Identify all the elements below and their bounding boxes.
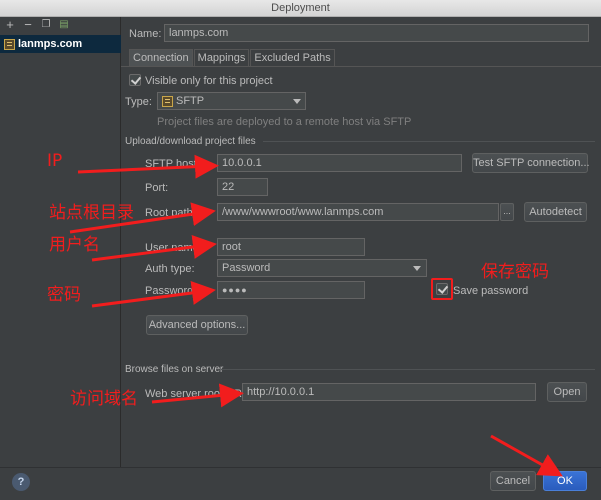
root-path-browse-button[interactable]: ... <box>500 203 514 221</box>
test-sftp-connection-button[interactable]: Test SFTP connection... <box>472 153 590 173</box>
browse-section-separator <box>221 369 595 370</box>
advanced-options-button[interactable]: Advanced options... <box>146 315 248 335</box>
annotation-username: 用户名 <box>49 235 100 255</box>
sftp-type-icon <box>162 96 173 107</box>
annotation-password: 密码 <box>47 285 81 305</box>
save-password-highlight <box>431 278 453 300</box>
tab-divider <box>121 66 601 67</box>
password-label: Password: <box>145 285 197 297</box>
name-label: Name: <box>129 28 162 40</box>
cancel-button[interactable]: Cancel <box>490 471 536 491</box>
web-root-url-input[interactable]: http://10.0.0.1 <box>242 383 536 401</box>
sftp-host-input[interactable]: 10.0.0.1 <box>217 154 462 172</box>
annotation-save-password: 保存密码 <box>481 262 549 282</box>
tab-connection[interactable]: Connection <box>129 49 193 66</box>
type-select[interactable]: SFTP <box>157 92 306 110</box>
tab-mappings[interactable]: Mappings <box>193 49 250 66</box>
auth-type-label: Auth type: <box>145 263 195 275</box>
remove-icon[interactable]: − <box>22 18 34 32</box>
root-path-label: Root path: <box>145 207 196 219</box>
copy-icon[interactable]: ❐ <box>40 18 52 32</box>
user-name-label: User name: <box>145 242 202 254</box>
visible-only-label: Visible only for this project <box>145 75 273 87</box>
server-item-label: lanmps.com <box>18 38 83 50</box>
browse-section-title: Browse files on server <box>125 364 224 375</box>
auth-type-select[interactable]: Password <box>217 259 427 277</box>
sftp-server-icon <box>4 38 15 50</box>
chevron-down-icon <box>293 99 301 104</box>
annotation-domain: 访问域名 <box>70 389 138 409</box>
sftp-host-label: SFTP host: <box>145 158 200 170</box>
auth-type-chevron-icon <box>413 266 421 271</box>
default-server-icon[interactable]: ▤ <box>58 18 70 32</box>
autodetect-button[interactable]: Autodetect <box>524 202 587 222</box>
add-icon[interactable]: + <box>4 18 16 32</box>
window-title: Deployment <box>0 0 601 17</box>
visible-only-checkbox[interactable] <box>129 74 141 86</box>
save-password-label: Save password <box>453 285 529 297</box>
ok-button[interactable]: OK <box>543 471 587 491</box>
root-path-input[interactable]: /www/wwwroot/www.lanmps.com <box>217 203 499 221</box>
type-label: Type: <box>125 96 152 108</box>
help-icon[interactable]: ? <box>12 473 30 491</box>
tab-excluded-paths[interactable]: Excluded Paths <box>250 49 335 66</box>
server-list-toolbar: + − ❐ ▤ <box>0 17 120 33</box>
name-input[interactable]: lanmps.com <box>164 24 589 42</box>
type-hint: Project files are deployed to a remote h… <box>157 116 412 128</box>
web-root-url-label: Web server root URL: <box>145 388 252 400</box>
port-input[interactable]: 22 <box>217 178 268 196</box>
annotation-site-root: 站点根目录 <box>49 203 134 223</box>
upload-section-title: Upload/download project files <box>125 136 256 147</box>
tab-bar: Connection Mappings Excluded Paths <box>129 49 336 66</box>
open-button[interactable]: Open <box>547 382 587 402</box>
password-input[interactable]: ●●●● <box>217 281 365 299</box>
type-select-value: SFTP <box>176 95 205 107</box>
port-label: Port: <box>145 182 169 194</box>
server-item-lanmps[interactable]: lanmps.com <box>0 35 121 53</box>
deployment-window: Deployment + − ❐ ▤ lanmps.com Name: lanm… <box>0 0 601 500</box>
upload-section-separator <box>263 141 595 142</box>
user-name-input[interactable]: root <box>217 238 365 256</box>
annotation-ip: IP <box>47 151 63 171</box>
